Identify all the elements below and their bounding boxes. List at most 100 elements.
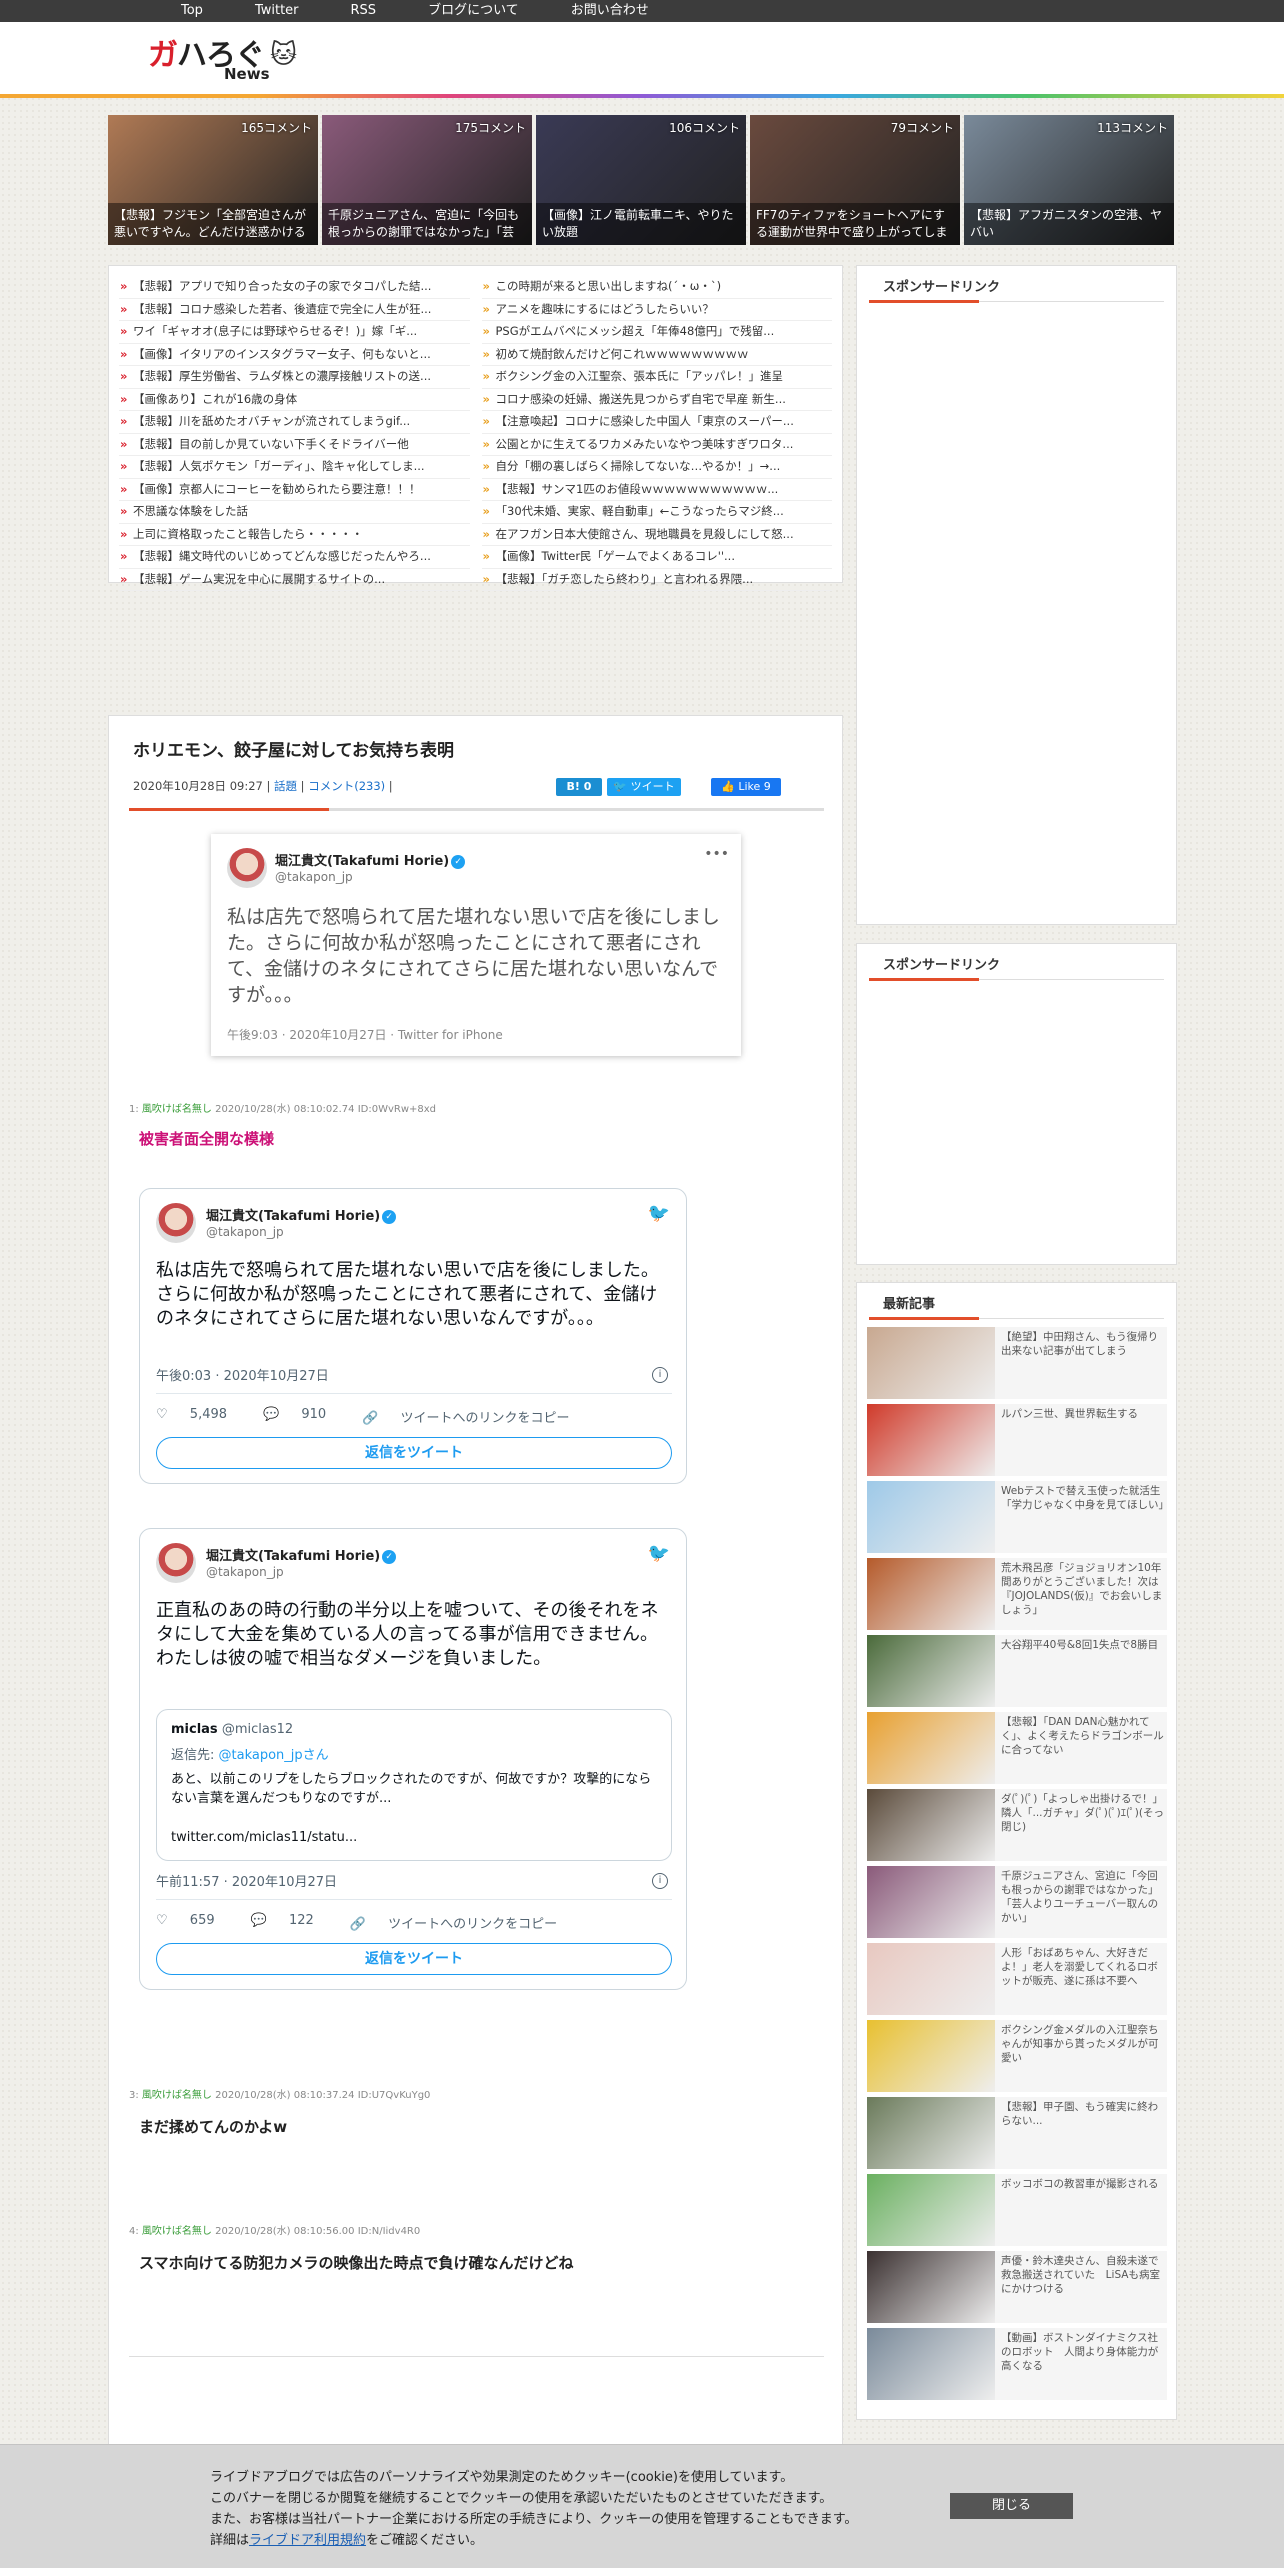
link-item[interactable]: 【悲報】ゲーム実況を中心に展開するサイトの... <box>119 569 470 591</box>
reply-to-user[interactable]: @takapon_jpさん <box>219 1748 329 1763</box>
recent-item[interactable]: ボクシング金メダルの入江聖奈ちゃんが知事から貰ったメダルが可愛い <box>867 2020 1167 2092</box>
link-item[interactable]: 【悲報】川を舐めたオバチャンが流されてしまうgif... <box>119 411 470 434</box>
recent-item[interactable]: ダ(ﾟ)(ﾟ)「よっしゃ出掛けるで！」隣人「...ガチャ」ダ(ﾟ)(ﾟ)ｴ(ﾟ)… <box>867 1789 1167 1861</box>
link-item[interactable]: 【悲報】コロナ感染した若者、後遺症で完全に人生が狂... <box>119 299 470 321</box>
recent-title-text: ボクシング金メダルの入江聖奈ちゃんが知事から貰ったメダルが可愛い <box>1001 2024 1159 2064</box>
thumb-card[interactable]: 79コメント FF7のティファをショートヘアにする運動が世界中で盛り上がってしま <box>750 115 960 245</box>
recent-item[interactable]: 荒木飛呂彦「ジョジョリオン10年間ありがとうございました！次は『JOJOLAND… <box>867 1558 1167 1630</box>
link-item[interactable]: ボクシング金の入江聖奈、張本氏に「アッパレ！」進呈 <box>481 366 832 389</box>
verified-icon: ✓ <box>382 1550 397 1564</box>
facebook-like-button[interactable]: 👍 Like 9 <box>711 778 781 796</box>
recent-item[interactable]: 【絶望】中田翔さん、もう復帰り出来ない記事が出てしまう <box>867 1327 1167 1399</box>
link-item[interactable]: 【悲報】目の前しか見ていない下手くそドライバー他 <box>119 434 470 456</box>
info-icon[interactable]: i <box>652 1873 668 1889</box>
link-item[interactable]: 【画像】京都人にコーヒーを勧められたら要注意！！！ <box>119 479 470 501</box>
link-item[interactable]: 初めて焼酎飲んだけど何これｗｗｗｗｗｗｗｗｗ <box>481 344 832 366</box>
divider <box>156 1899 672 1900</box>
recent-item[interactable]: 声優・鈴木達央さん、自殺未遂で救急搬送されていた LiSAも病室にかけつける <box>867 2251 1167 2323</box>
recent-item[interactable]: ボッコボコの教習車が撮影される <box>867 2174 1167 2246</box>
tweet-text: 私は店先で怒鳴られて居た堪れない思いで店を後にしました。さらに何故か私が怒鳴った… <box>156 1260 659 1329</box>
like-action[interactable]: ♡ 5,498 <box>156 1407 245 1426</box>
thumb-caption: FF7のティファをショートヘアにする運動が世界中で盛り上がってしま <box>750 203 960 245</box>
recent-title-text: 大谷翔平40号&8回1失点で8勝目 <box>1001 1639 1159 1651</box>
recent-title-text: Webテストで替え玉使った就活生「学力じゃなく中身を見てほしい」 <box>1001 1485 1169 1511</box>
reply-tweet-button[interactable]: 返信をツイート <box>156 1437 672 1469</box>
tweet-actions: ♡ 5,498 💬 910 🔗 ツイートへのリンクをコピー <box>156 1407 606 1426</box>
title-underline <box>129 808 824 811</box>
article-category[interactable]: 話題 <box>274 779 297 793</box>
reply-to-label: 返信先: <box>171 1748 219 1763</box>
res-info: 2020/10/28(水) 08:10:02.74 ID:0WvRw+8xd <box>211 1104 437 1115</box>
recent-articles: 最新記事 【絶望】中田翔さん、もう復帰り出来ない記事が出てしまう ルパン三世、異世… <box>856 1282 1177 2420</box>
cookie-close-button[interactable]: 閉じる <box>950 2493 1073 2519</box>
tweet-card[interactable]: 堀江貴文(Takafumi Horie) ✓ @takapon_jp 🐦 私は店先… <box>139 1188 687 1484</box>
recent-item[interactable]: Webテストで替え玉使った就活生「学力じゃなく中身を見てほしい」 <box>867 1481 1169 1553</box>
nav-twitter[interactable]: Twitter <box>229 0 325 22</box>
cat-icon: 🐱 <box>270 40 298 70</box>
cookie-text: ライブドアブログでは広告のパーソナライズや効果測定のためクッキー(cookie)… <box>210 2467 857 2551</box>
nav-top[interactable]: Top <box>155 0 229 22</box>
recent-item[interactable]: 【動画】ボストンダイナミクス社のロボット 人間より身体能力が高くなる <box>867 2328 1167 2400</box>
link-item[interactable]: 【悲報】縄文時代のいじめってどんな感じだったんやろ... <box>119 546 470 569</box>
nav-about[interactable]: ブログについて <box>402 0 545 22</box>
article-comments-link[interactable]: コメント(233) <box>308 779 385 793</box>
link-item[interactable]: 自分「棚の裏しばらく掃除してないな…やるか！」→... <box>481 456 832 479</box>
recent-item[interactable]: 【悲報】甲子園、もう確実に終わらない... <box>867 2097 1167 2169</box>
link-item[interactable]: 【画像】Twitter民「ゲームでよくあるコレ''... <box>481 546 832 569</box>
recent-title-text: ルパン三世、異世界転生する <box>1001 1408 1139 1420</box>
res-meta: 4: 風吹けば名無し 2020/10/28(水) 08:10:56.00 ID:… <box>129 2222 420 2237</box>
recent-item[interactable]: 大谷翔平40号&8回1失点で8勝目 <box>867 1635 1167 1707</box>
reply-tweet-button[interactable]: 返信をツイート <box>156 1943 672 1975</box>
hatena-bookmark-button[interactable]: B! 0 <box>556 778 602 796</box>
reply-action[interactable]: 💬 910 <box>263 1407 344 1426</box>
info-icon[interactable]: i <box>652 1367 668 1383</box>
recent-thumb <box>867 1327 995 1399</box>
quoted-link[interactable]: twitter.com/miclas11/statu... <box>171 1830 357 1845</box>
reply-count: 122 <box>288 1913 314 1928</box>
nav-contact[interactable]: お問い合わせ <box>545 0 675 22</box>
link-item[interactable]: ワイ「ギャオオ(息子には野球やらせるぞ！)」嫁「ギ... <box>119 321 470 344</box>
link-item[interactable]: 在アフガン日本大使館さん、現地職員を見殺しにして怒... <box>481 524 832 546</box>
link-item[interactable]: 不思議な体験をした話 <box>119 501 470 524</box>
recent-item[interactable]: 人形「おばあちゃん、大好きだよ！」老人を溺愛してくれるロボットが販売、遂に孫は不… <box>867 1943 1167 2015</box>
tweet-card[interactable]: 堀江貴文(Takafumi Horie) ✓ @takapon_jp 🐦 正直私の… <box>139 1528 687 1990</box>
link-item[interactable]: 【悲報】「ガチ恋したら終わり」と言われる界隈... <box>481 569 832 591</box>
link-item[interactable]: この時期が来ると思い出しますね(´・ω・`) <box>481 276 832 299</box>
author-name: 堀江貴文(Takafumi Horie) <box>206 1549 381 1564</box>
link-item[interactable]: 「30代未婚、実家、軽自動車」←こうなったらマジ終... <box>481 501 832 524</box>
top-nav: Top Twitter RSS ブログについて お問い合わせ <box>0 0 1284 22</box>
like-action[interactable]: ♡ 659 <box>156 1913 233 1932</box>
link-item[interactable]: 【悲報】厚生労働省、ラムダ株との濃厚接触リストの送... <box>119 366 470 389</box>
copy-link-action[interactable]: 🔗 ツイートへのリンクをコピー <box>362 1407 587 1426</box>
link-item[interactable]: 【悲報】人気ポケモン「ガーディ」、陰キャ化してしま... <box>119 456 470 479</box>
tweet-button[interactable]: 🐦 ツイート <box>607 778 681 796</box>
copy-link-action[interactable]: 🔗 ツイートへのリンクをコピー <box>350 1913 575 1932</box>
recent-item[interactable]: 千原ジュニアさん、宮迫に「今回も根っからの謝罪ではなかった」「芸人よりユーチュー… <box>867 1866 1167 1938</box>
link-item[interactable]: 【画像】イタリアのインスタグラマー女子、何もないと... <box>119 344 470 366</box>
link-item[interactable]: アニメを趣味にするにはどうしたらいい？ <box>481 299 832 321</box>
reply-action[interactable]: 💬 122 <box>251 1913 332 1932</box>
recent-item[interactable]: ルパン三世、異世界転生する <box>867 1404 1167 1476</box>
link-item[interactable]: 【悲報】サンマ1匹のお値段ｗｗｗｗｗｗｗｗｗｗｗ... <box>481 479 832 501</box>
link-item[interactable]: PSGがエムバペにメッシ超え「年俸48億円」で残留... <box>481 321 832 344</box>
article-title: ホリエモン、餃子屋に対してお気持ち表明 <box>133 741 454 761</box>
thumb-card[interactable]: 175コメント 千原ジュニアさん、宮迫に「今回も根っからの謝罪ではなかった」「芸 <box>322 115 532 245</box>
terms-link[interactable]: ライブドア利用規約 <box>249 2533 366 2548</box>
site-logo[interactable]: ガハろぐ News 🐱 <box>148 30 308 86</box>
link-item[interactable]: 【悲報】アプリで知り合った女の子の家でタコパした結... <box>119 276 470 299</box>
link-item[interactable]: 【注意喚起】コロナに感染した中国人「東京のスーパー... <box>481 411 832 434</box>
link-item[interactable]: 公園とかに生えてるワカメみたいなやつ美味すぎワロタ... <box>481 434 832 456</box>
thumb-card[interactable]: 113コメント 【悲報】アフガニスタンの空港、ヤバい <box>964 115 1174 245</box>
comment-count: 113コメント <box>1097 121 1168 135</box>
link-item[interactable]: 【画像あり】これが16歳の身体 <box>119 389 470 411</box>
quoted-tweet[interactable]: miclas @miclas12 返信先: @takapon_jpさん あと、以… <box>156 1709 672 1861</box>
thumb-card[interactable]: 106コメント 【画像】江ノ電前転車ニキ、やりたい放題 <box>536 115 746 245</box>
sponsor-title: スポンサードリンク <box>869 276 1164 303</box>
recent-item[interactable]: 【悲報】「DAN DAN心魅かれてく」、よく考えたらドラゴンボールに合ってない <box>867 1712 1167 1784</box>
thumb-card[interactable]: 165コメント 【悲報】フジモン「全部宮迫さんが悪いですやん。どんだけ迷惑かける <box>108 115 318 245</box>
logo-sub: News <box>224 65 270 83</box>
link-icon: 🔗 <box>349 1917 366 1932</box>
link-item[interactable]: コロナ感染の妊婦、搬送先見つからず自宅で早産 新生... <box>481 389 832 411</box>
link-item[interactable]: 上司に資格取ったこと報告したら・・・・・ <box>119 524 470 546</box>
nav-rss[interactable]: RSS <box>325 0 403 22</box>
